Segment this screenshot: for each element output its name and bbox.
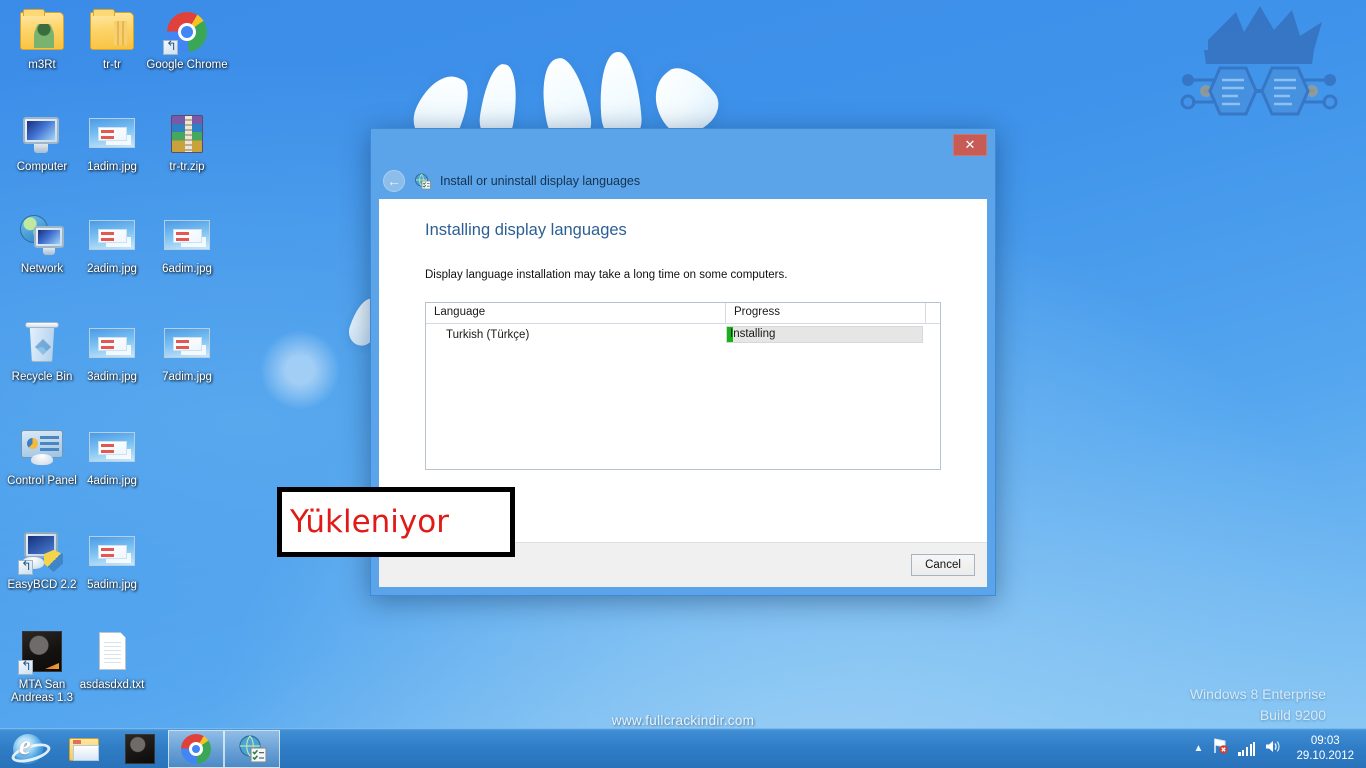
progress-bar: Installing [726,326,923,343]
windows-build: Build 9200 [1259,707,1326,723]
taskbar[interactable]: ▲ 09:03 29.10 [0,728,1366,768]
taskbar-item-display-languages[interactable] [224,729,280,768]
image-file-icon [88,110,136,158]
desktop-icon-4adim-jpg[interactable]: 4adim.jpg [70,424,154,488]
table-header-row: Language Progress [426,303,940,324]
language-progress-table[interactable]: Language Progress Turkish (Türkçe) Insta… [425,302,941,470]
back-button[interactable]: ← [383,170,405,192]
internet-explorer-icon [13,730,43,764]
zip-archive-icon [163,110,211,158]
desktop-icon-2adim-jpg[interactable]: 2adim.jpg [70,212,154,276]
desktop-icon-3adim-jpg[interactable]: 3adim.jpg [70,320,154,384]
windows-edition: Windows 8 Enterprise [1189,686,1326,702]
window-titlebar[interactable]: ✕ ← Install or uninstall display languag… [371,129,995,199]
table-body: Turkish (Türkçe) Installing [426,324,940,469]
taskbar-item-google-chrome[interactable] [168,729,224,768]
column-header-progress: Progress [726,303,926,323]
column-header-spacer [926,303,940,323]
taskbar-item-mta-san-andreas[interactable] [112,730,168,768]
network-icon [18,212,66,260]
clock-date: 29.10.2012 [1296,749,1354,762]
file-explorer-icon [69,734,99,764]
action-center-flag-icon[interactable] [1212,738,1229,759]
desktop-icon-tr-tr-zip[interactable]: tr-tr.zip [145,110,229,174]
taskbar-item-file-explorer[interactable] [56,730,112,768]
cell-language: Turkish (Türkçe) [446,328,530,341]
wallpaper-logo-icon [1180,6,1338,116]
image-file-icon [163,212,211,260]
cancel-button[interactable]: Cancel [911,554,975,576]
mta-san-andreas-icon [125,733,155,764]
desktop-icon-google-chrome[interactable]: Google Chrome [145,8,229,72]
site-watermark: www.fullcrackindir.com [611,713,755,728]
desktop[interactable]: m3Rt tr-tr Google Chrome Computer 1adim.… [0,0,1366,768]
shortcut-arrow-icon [163,40,178,55]
taskbar-item-internet-explorer[interactable] [0,730,56,768]
image-file-icon [88,424,136,472]
desktop-icon-6adim-jpg[interactable]: 6adim.jpg [145,212,229,276]
image-file-icon [88,320,136,368]
desktop-icon-asdasdxd-txt[interactable]: asdasdxd.txt [70,628,154,692]
mta-san-andreas-icon [18,628,66,676]
shortcut-arrow-icon [18,560,33,575]
desktop-icon-tr-tr[interactable]: tr-tr [70,8,154,72]
taskbar-buttons [0,729,280,768]
folder-icon [88,8,136,56]
cell-progress: Installing [726,326,926,343]
progress-status-text: Installing [730,328,776,340]
desktop-icon-7adim-jpg[interactable]: 7adim.jpg [145,320,229,384]
shortcut-arrow-icon [18,660,33,675]
clock-time: 09:03 [1310,734,1340,747]
image-file-icon [88,212,136,260]
display-languages-icon [237,734,267,764]
annotation-box: Yükleniyor [277,487,515,557]
system-tray: ▲ 09:03 29.10.2012 [1194,734,1366,764]
taskbar-clock[interactable]: 09:03 29.10.2012 [1290,734,1358,764]
page-title: Installing display languages [425,221,627,239]
desktop-icon-5adim-jpg[interactable]: 5adim.jpg [70,528,154,592]
desktop-icon-1adim-jpg[interactable]: 1adim.jpg [70,110,154,174]
speaker-icon[interactable] [1264,739,1281,759]
recycle-bin-icon [18,320,66,368]
display-languages-icon [415,173,431,189]
folder-person-icon [18,8,66,56]
image-file-icon [88,528,136,576]
table-row[interactable]: Turkish (Türkçe) Installing [426,324,940,345]
windows-build-watermark: Windows 8 Enterprise Build 9200 [1190,684,1326,726]
page-description: Display language installation may take a… [425,269,788,281]
network-bars-icon[interactable] [1238,741,1256,756]
image-file-icon [163,320,211,368]
easybcd-icon [18,528,66,576]
close-icon[interactable]: ✕ [953,134,987,156]
annotation-text: Yükleniyor [290,504,449,540]
chrome-icon [181,733,211,764]
show-hidden-icons-icon[interactable]: ▲ [1194,743,1204,754]
window-nav-row: ← Install or uninstall display languages [383,170,640,192]
computer-icon [18,110,66,158]
window-title: Install or uninstall display languages [440,174,641,188]
column-header-language: Language [426,303,726,323]
chrome-icon [163,8,211,56]
control-panel-icon [18,424,66,472]
text-file-icon [88,628,136,676]
